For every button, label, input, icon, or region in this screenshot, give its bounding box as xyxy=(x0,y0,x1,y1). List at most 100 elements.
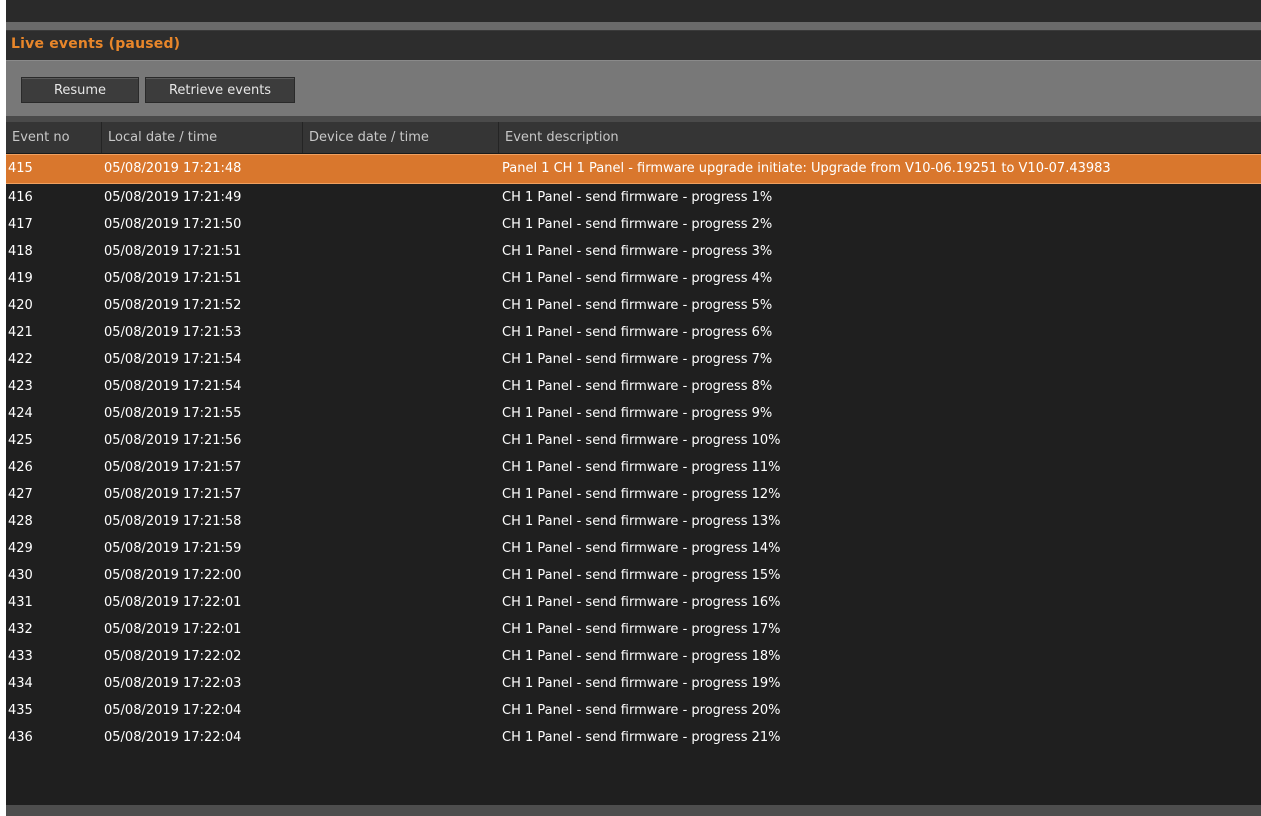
local-date-time-cell: 05/08/2019 17:21:55 xyxy=(104,406,242,421)
local-date-time-cell: 05/08/2019 17:21:51 xyxy=(104,271,242,286)
event-no-cell: 419 xyxy=(8,271,33,286)
event-description-cell: CH 1 Panel - send firmware - progress 16… xyxy=(502,595,781,610)
event-no-cell: 426 xyxy=(8,460,33,475)
event-no-cell: 424 xyxy=(8,406,33,421)
local-date-time-cell: 05/08/2019 17:22:01 xyxy=(104,595,242,610)
table-row[interactable]: 433 05/08/2019 17:22:02 CH 1 Panel - send … xyxy=(6,643,1261,670)
local-date-time-cell: 05/08/2019 17:22:03 xyxy=(104,676,242,691)
table-row[interactable]: 427 05/08/2019 17:21:57 CH 1 Panel - send … xyxy=(6,481,1261,508)
panel-title: Live events (paused) xyxy=(11,36,181,52)
local-date-time-cell: 05/08/2019 17:21:48 xyxy=(104,161,242,176)
column-header-event-no[interactable]: Event no xyxy=(6,122,102,153)
event-no-cell: 421 xyxy=(8,325,33,340)
local-date-time-cell: 05/08/2019 17:21:54 xyxy=(104,352,242,367)
table-row[interactable]: 430 05/08/2019 17:22:00 CH 1 Panel - send … xyxy=(6,562,1261,589)
table-row[interactable]: 421 05/08/2019 17:21:53 CH 1 Panel - send … xyxy=(6,319,1261,346)
event-no-cell: 434 xyxy=(8,676,33,691)
table-row[interactable]: 422 05/08/2019 17:21:54 CH 1 Panel - send … xyxy=(6,346,1261,373)
event-description-cell: CH 1 Panel - send firmware - progress 7% xyxy=(502,352,773,367)
event-description-cell: CH 1 Panel - send firmware - progress 19… xyxy=(502,676,781,691)
table-row[interactable]: 425 05/08/2019 17:21:56 CH 1 Panel - send … xyxy=(6,427,1261,454)
event-no-cell: 415 xyxy=(8,161,33,176)
local-date-time-cell: 05/08/2019 17:22:00 xyxy=(104,568,242,583)
event-description-cell: CH 1 Panel - send firmware - progress 2% xyxy=(502,217,773,232)
event-description-cell: CH 1 Panel - send firmware - progress 14… xyxy=(502,541,781,556)
event-no-cell: 435 xyxy=(8,703,33,718)
table-header: Event no Local date / time Device date /… xyxy=(6,122,1261,154)
event-description-cell: Panel 1 CH 1 Panel - firmware upgrade in… xyxy=(502,161,1111,176)
local-date-time-cell: 05/08/2019 17:21:58 xyxy=(104,514,242,529)
table-row[interactable]: 434 05/08/2019 17:22:03 CH 1 Panel - send … xyxy=(6,670,1261,697)
horizontal-scrollbar[interactable] xyxy=(6,805,1261,816)
event-no-cell: 427 xyxy=(8,487,33,502)
top-bar xyxy=(6,0,1261,22)
event-no-cell: 429 xyxy=(8,541,33,556)
table-row[interactable]: 416 05/08/2019 17:21:49 CH 1 Panel - send … xyxy=(6,184,1261,211)
event-description-cell: CH 1 Panel - send firmware - progress 10… xyxy=(502,433,781,448)
local-date-time-cell: 05/08/2019 17:21:57 xyxy=(104,487,242,502)
event-description-cell: CH 1 Panel - send firmware - progress 8% xyxy=(502,379,773,394)
table-row[interactable]: 420 05/08/2019 17:21:52 CH 1 Panel - send … xyxy=(6,292,1261,319)
local-date-time-cell: 05/08/2019 17:21:52 xyxy=(104,298,242,313)
local-date-time-cell: 05/08/2019 17:21:57 xyxy=(104,460,242,475)
table-row[interactable]: 423 05/08/2019 17:21:54 CH 1 Panel - send … xyxy=(6,373,1261,400)
toolbar: Resume Retrieve events xyxy=(6,60,1261,116)
event-description-cell: CH 1 Panel - send firmware - progress 4% xyxy=(502,271,773,286)
event-description-cell: CH 1 Panel - send firmware - progress 6% xyxy=(502,325,773,340)
event-no-cell: 418 xyxy=(8,244,33,259)
table-row[interactable]: 432 05/08/2019 17:22:01 CH 1 Panel - send … xyxy=(6,616,1261,643)
event-description-cell: CH 1 Panel - send firmware - progress 18… xyxy=(502,649,781,664)
local-date-time-cell: 05/08/2019 17:21:51 xyxy=(104,244,242,259)
event-no-cell: 431 xyxy=(8,595,33,610)
event-no-cell: 436 xyxy=(8,730,33,745)
event-description-cell: CH 1 Panel - send firmware - progress 11… xyxy=(502,460,781,475)
local-date-time-cell: 05/08/2019 17:21:54 xyxy=(104,379,242,394)
live-events-window: Live events (paused) Resume Retrieve eve… xyxy=(6,0,1261,816)
table-row[interactable]: 431 05/08/2019 17:22:01 CH 1 Panel - send … xyxy=(6,589,1261,616)
event-description-cell: CH 1 Panel - send firmware - progress 20… xyxy=(502,703,781,718)
event-description-cell: CH 1 Panel - send firmware - progress 17… xyxy=(502,622,781,637)
local-date-time-cell: 05/08/2019 17:22:04 xyxy=(104,730,242,745)
event-no-cell: 423 xyxy=(8,379,33,394)
event-no-cell: 425 xyxy=(8,433,33,448)
table-row[interactable]: 429 05/08/2019 17:21:59 CH 1 Panel - send … xyxy=(6,535,1261,562)
resume-button[interactable]: Resume xyxy=(21,77,139,103)
event-no-cell: 420 xyxy=(8,298,33,313)
table-row[interactable]: 418 05/08/2019 17:21:51 CH 1 Panel - send … xyxy=(6,238,1261,265)
event-no-cell: 430 xyxy=(8,568,33,583)
event-description-cell: CH 1 Panel - send firmware - progress 9% xyxy=(502,406,773,421)
table-row[interactable]: 436 05/08/2019 17:22:04 CH 1 Panel - send … xyxy=(6,724,1261,751)
column-header-local-date-time[interactable]: Local date / time xyxy=(102,122,303,153)
event-description-cell: CH 1 Panel - send firmware - progress 5% xyxy=(502,298,773,313)
event-no-cell: 417 xyxy=(8,217,33,232)
table-row[interactable]: 428 05/08/2019 17:21:58 CH 1 Panel - send … xyxy=(6,508,1261,535)
local-date-time-cell: 05/08/2019 17:22:02 xyxy=(104,649,242,664)
table-row[interactable]: 426 05/08/2019 17:21:57 CH 1 Panel - send … xyxy=(6,454,1261,481)
local-date-time-cell: 05/08/2019 17:21:56 xyxy=(104,433,242,448)
event-description-cell: CH 1 Panel - send firmware - progress 3% xyxy=(502,244,773,259)
table-row[interactable]: 417 05/08/2019 17:21:50 CH 1 Panel - send … xyxy=(6,211,1261,238)
column-header-device-date-time[interactable]: Device date / time xyxy=(303,122,499,153)
column-header-event-description[interactable]: Event description xyxy=(499,122,1261,153)
retrieve-events-button[interactable]: Retrieve events xyxy=(145,77,295,103)
local-date-time-cell: 05/08/2019 17:21:53 xyxy=(104,325,242,340)
local-date-time-cell: 05/08/2019 17:22:01 xyxy=(104,622,242,637)
local-date-time-cell: 05/08/2019 17:22:04 xyxy=(104,703,242,718)
event-no-cell: 433 xyxy=(8,649,33,664)
table-row[interactable]: 435 05/08/2019 17:22:04 CH 1 Panel - send … xyxy=(6,697,1261,724)
top-separator xyxy=(6,22,1261,30)
table-row[interactable]: 419 05/08/2019 17:21:51 CH 1 Panel - send … xyxy=(6,265,1261,292)
local-date-time-cell: 05/08/2019 17:21:59 xyxy=(104,541,242,556)
event-description-cell: CH 1 Panel - send firmware - progress 15… xyxy=(502,568,781,583)
event-description-cell: CH 1 Panel - send firmware - progress 1% xyxy=(502,190,773,205)
event-no-cell: 432 xyxy=(8,622,33,637)
event-description-cell: CH 1 Panel - send firmware - progress 13… xyxy=(502,514,781,529)
local-date-time-cell: 05/08/2019 17:21:49 xyxy=(104,190,242,205)
title-bar: Live events (paused) xyxy=(6,30,1261,60)
table-row[interactable]: 415 05/08/2019 17:21:48 Panel 1 CH 1 Panel… xyxy=(6,154,1261,184)
local-date-time-cell: 05/08/2019 17:21:50 xyxy=(104,217,242,232)
event-description-cell: CH 1 Panel - send firmware - progress 21… xyxy=(502,730,781,745)
event-description-cell: CH 1 Panel - send firmware - progress 12… xyxy=(502,487,781,502)
event-no-cell: 416 xyxy=(8,190,33,205)
table-row[interactable]: 424 05/08/2019 17:21:55 CH 1 Panel - send … xyxy=(6,400,1261,427)
